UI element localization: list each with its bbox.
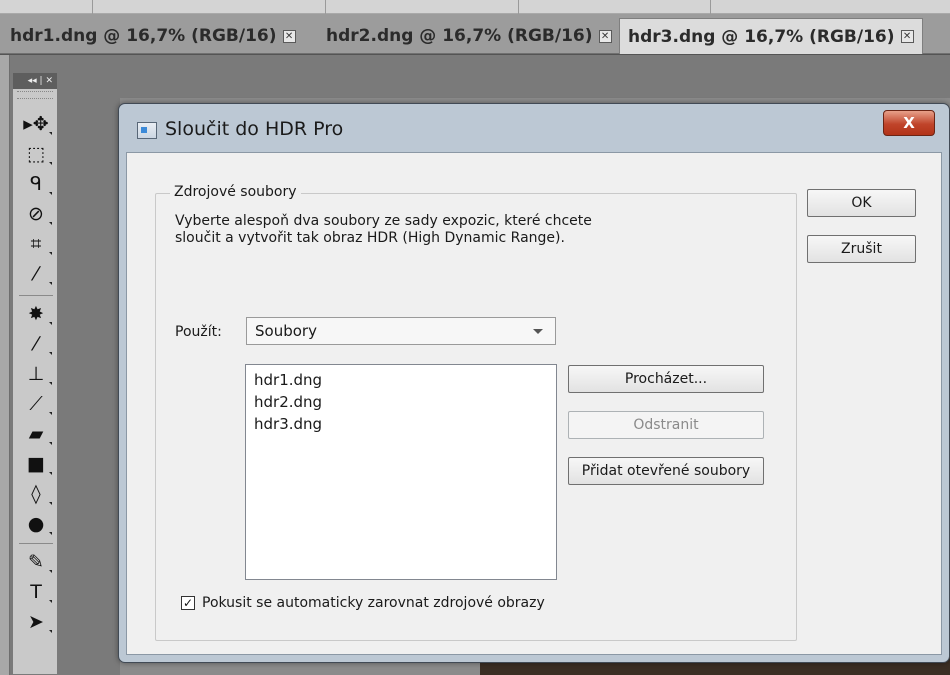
cancel-button[interactable]: Zrušit: [807, 235, 916, 263]
list-item[interactable]: hdr1.dng: [254, 369, 548, 391]
top-strip-separator: [710, 0, 711, 14]
ok-button[interactable]: OK: [807, 189, 916, 217]
merge-to-hdr-dialog: Sloučit do HDR Pro X Zdrojové soubory Vy…: [118, 103, 950, 663]
brush-tool-icon[interactable]: ⁄: [23, 331, 52, 357]
file-list[interactable]: hdr1.dng hdr2.dng hdr3.dng: [245, 364, 557, 580]
document-tab-hdr1[interactable]: hdr1.dng @ 16,7% (RGB/16) ✕: [2, 18, 304, 54]
list-item[interactable]: hdr3.dng: [254, 413, 548, 435]
workspace-left-edge: [0, 55, 10, 675]
tools-panel: ◂◂ | ✕ ▸✥ ⬚ ᑫ ⊘ ⌗ ⁄ ✸ ⁄ ⊥ ⟋ ▰ ■ ◊ ● ✎ T …: [12, 72, 58, 675]
dialog-titlebar[interactable]: Sloučit do HDR Pro X: [119, 104, 949, 154]
tab-label: hdr2.dng @ 16,7% (RGB/16): [326, 26, 593, 46]
document-tab-bar: hdr1.dng @ 16,7% (RGB/16) ✕ hdr2.dng @ 1…: [0, 14, 950, 54]
top-strip-separator: [92, 0, 93, 14]
document-tab-hdr3[interactable]: hdr3.dng @ 16,7% (RGB/16) ✕: [619, 18, 923, 54]
marquee-tool-icon[interactable]: ⬚: [23, 141, 52, 167]
use-label: Použít:: [175, 324, 222, 340]
path-selection-tool-icon[interactable]: ➤: [23, 609, 52, 635]
tab-label: hdr3.dng @ 16,7% (RGB/16): [628, 26, 895, 47]
crop-tool-icon[interactable]: ⌗: [23, 231, 52, 257]
spot-healing-tool-icon[interactable]: ✸: [23, 301, 52, 327]
tools-panel-grip[interactable]: [17, 91, 53, 99]
clone-stamp-tool-icon[interactable]: ⊥: [23, 361, 52, 387]
lasso-tool-icon[interactable]: ᑫ: [23, 171, 52, 197]
tools-divider: [19, 295, 53, 296]
eraser-tool-icon[interactable]: ▰: [23, 421, 52, 447]
dialog-app-icon: [137, 122, 157, 139]
add-open-files-button[interactable]: Přidat otevřené soubory: [568, 457, 764, 485]
chevron-down-icon: [533, 329, 543, 334]
tab-label: hdr1.dng @ 16,7% (RGB/16): [10, 26, 277, 46]
group-title: Zdrojové soubory: [170, 184, 301, 200]
list-item[interactable]: hdr2.dng: [254, 391, 548, 413]
dialog-title: Sloučit do HDR Pro: [165, 118, 344, 140]
auto-align-option[interactable]: ✓ Pokusit se automaticky zarovnat zdrojo…: [181, 595, 545, 611]
quick-selection-tool-icon[interactable]: ⊘: [23, 201, 52, 227]
app-top-strip: [0, 0, 950, 14]
eyedropper-tool-icon[interactable]: ⁄: [23, 261, 52, 287]
auto-align-label: Pokusit se automaticky zarovnat zdrojové…: [202, 595, 545, 611]
tab-close-icon[interactable]: ✕: [282, 29, 296, 43]
dialog-client-area: Zdrojové soubory Vyberte alespoň dva sou…: [126, 152, 942, 655]
blur-tool-icon[interactable]: ◊: [23, 481, 52, 507]
tools-panel-header[interactable]: ◂◂ | ✕: [13, 73, 57, 89]
remove-button[interactable]: Odstranit: [568, 411, 764, 439]
tools-divider: [19, 543, 53, 544]
pen-tool-icon[interactable]: ✎: [23, 549, 52, 575]
move-tool-icon[interactable]: ▸✥: [23, 111, 52, 137]
type-tool-icon[interactable]: T: [23, 579, 52, 605]
document-tab-hdr2[interactable]: hdr2.dng @ 16,7% (RGB/16) ✕: [318, 18, 620, 54]
browse-button[interactable]: Procházet...: [568, 365, 764, 393]
tab-close-icon[interactable]: ✕: [598, 29, 612, 43]
use-dropdown-value: Soubory: [255, 322, 317, 340]
auto-align-checkbox[interactable]: ✓: [181, 596, 195, 610]
top-strip-separator: [518, 0, 519, 14]
tab-close-icon[interactable]: ✕: [900, 30, 914, 43]
history-brush-tool-icon[interactable]: ⟋: [23, 391, 52, 417]
gradient-tool-icon[interactable]: ■: [23, 451, 52, 477]
dialog-close-button[interactable]: X: [883, 110, 935, 136]
instructions-text: Vyberte alespoň dva soubory ze sady expo…: [175, 213, 592, 246]
top-strip-separator: [325, 0, 326, 14]
use-dropdown[interactable]: Soubory: [246, 317, 556, 345]
dodge-tool-icon[interactable]: ●: [23, 511, 52, 537]
